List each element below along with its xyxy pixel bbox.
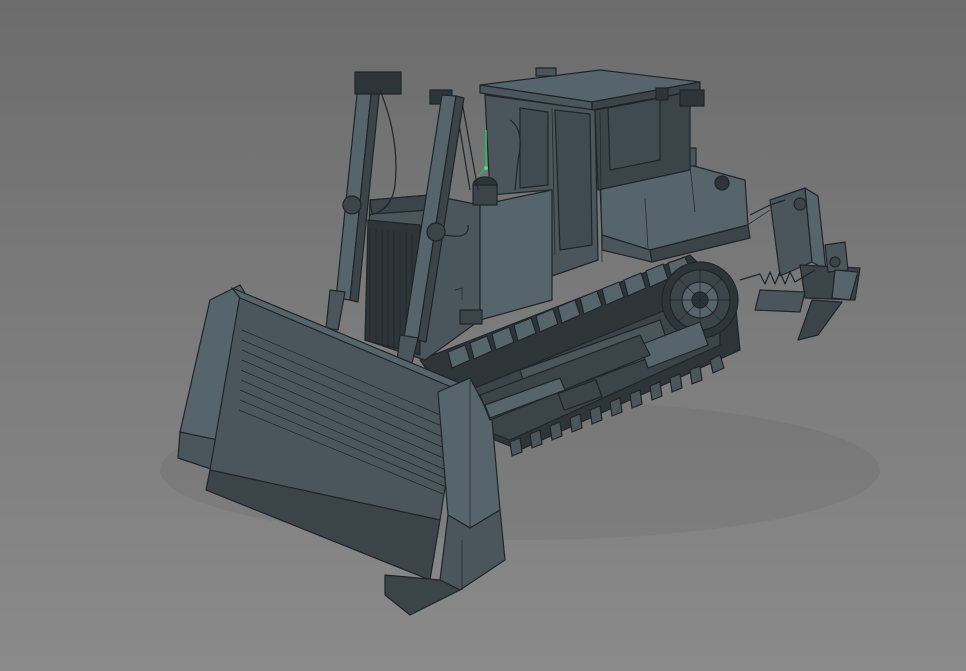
3d-viewport[interactable] — [0, 0, 966, 671]
bulldozer-model[interactable] — [0, 0, 966, 671]
transform-gizmo[interactable] — [477, 130, 488, 177]
